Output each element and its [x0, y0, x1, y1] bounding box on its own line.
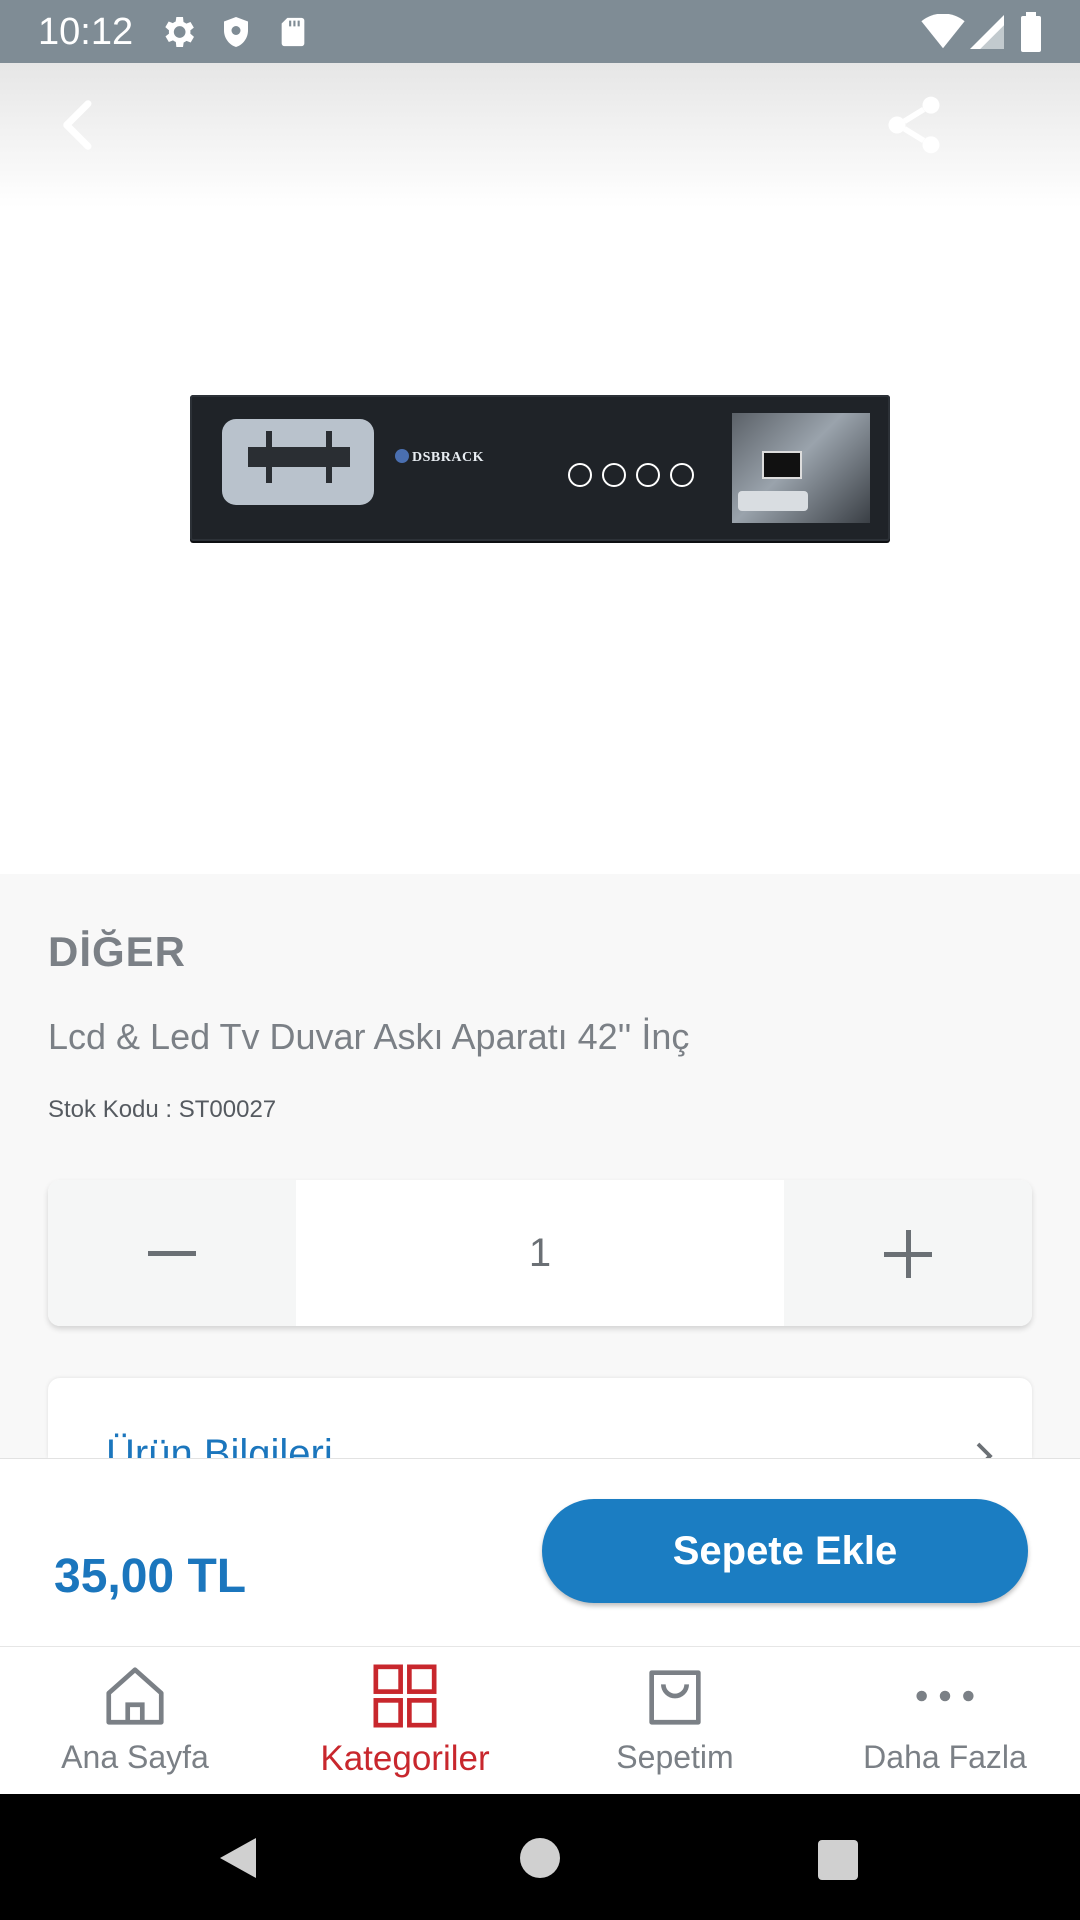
add-to-cart-button[interactable]: Sepete Ekle	[542, 1499, 1028, 1603]
increase-quantity-button[interactable]	[784, 1180, 1032, 1326]
shield-icon	[224, 17, 248, 47]
status-time: 10:12	[38, 11, 134, 53]
product-brand: DİĞER	[48, 928, 187, 975]
decrease-quantity-button[interactable]	[48, 1180, 296, 1326]
shopping-bag-icon	[649, 1670, 701, 1725]
wall-bracket-graphic	[248, 431, 350, 483]
nav-item-cart[interactable]: Sepetim	[540, 1647, 810, 1795]
nav-item-label: Sepetim	[616, 1739, 734, 1775]
chevron-right-icon	[976, 1442, 993, 1458]
settings-gear-icon	[165, 17, 194, 47]
product-image-brand: DSBRACK	[395, 449, 484, 466]
nav-item-home[interactable]: Ana Sayfa	[0, 1647, 270, 1795]
product-price: 35,00 TL	[54, 1550, 247, 1603]
system-navigation-bar	[0, 1794, 1080, 1920]
system-recents-icon[interactable]	[818, 1840, 858, 1880]
nav-item-categories[interactable]: Kategoriler	[270, 1647, 540, 1795]
wifi-icon	[921, 14, 965, 49]
nav-item-more[interactable]: Daha Fazla	[810, 1647, 1080, 1795]
product-image-room-photo	[732, 413, 870, 523]
purchase-bar: 35,00 TL Sepete Ekle	[0, 1458, 1080, 1647]
sd-card-icon	[281, 17, 305, 47]
top-app-bar	[0, 63, 1080, 208]
product-image-area[interactable]: DSBRACK	[0, 208, 1080, 874]
quantity-stepper: 1	[48, 1180, 1032, 1326]
share-icon[interactable]	[880, 91, 948, 159]
system-back-icon[interactable]	[216, 1834, 260, 1882]
product-title: Lcd & Led Tv Duvar Askı Aparatı 42'' İnç	[48, 1016, 690, 1057]
product-info-label: Ürün Bilgileri	[106, 1432, 333, 1458]
product-image-feature-icons	[568, 463, 704, 492]
back-arrow-icon[interactable]	[48, 93, 112, 157]
product-info-row[interactable]: Ürün Bilgileri	[48, 1378, 1032, 1458]
nav-item-label: Kategoriler	[320, 1739, 490, 1778]
home-icon	[106, 1667, 164, 1725]
stock-code: Stok Kodu : ST00027	[48, 1096, 277, 1123]
quantity-value[interactable]: 1	[296, 1180, 784, 1326]
grid-icon	[373, 1664, 437, 1728]
more-dots-icon	[916, 1690, 974, 1702]
product-image: DSBRACK	[190, 395, 890, 541]
system-home-icon[interactable]	[520, 1838, 560, 1878]
signal-icon	[970, 15, 1004, 49]
bottom-navigation: Ana Sayfa Kategoriler Sepetim Daha Fazla	[0, 1646, 1080, 1795]
nav-item-label: Ana Sayfa	[61, 1739, 209, 1775]
status-bar: 10:12	[0, 0, 1080, 63]
battery-icon	[1021, 12, 1041, 52]
nav-item-label: Daha Fazla	[863, 1739, 1027, 1775]
